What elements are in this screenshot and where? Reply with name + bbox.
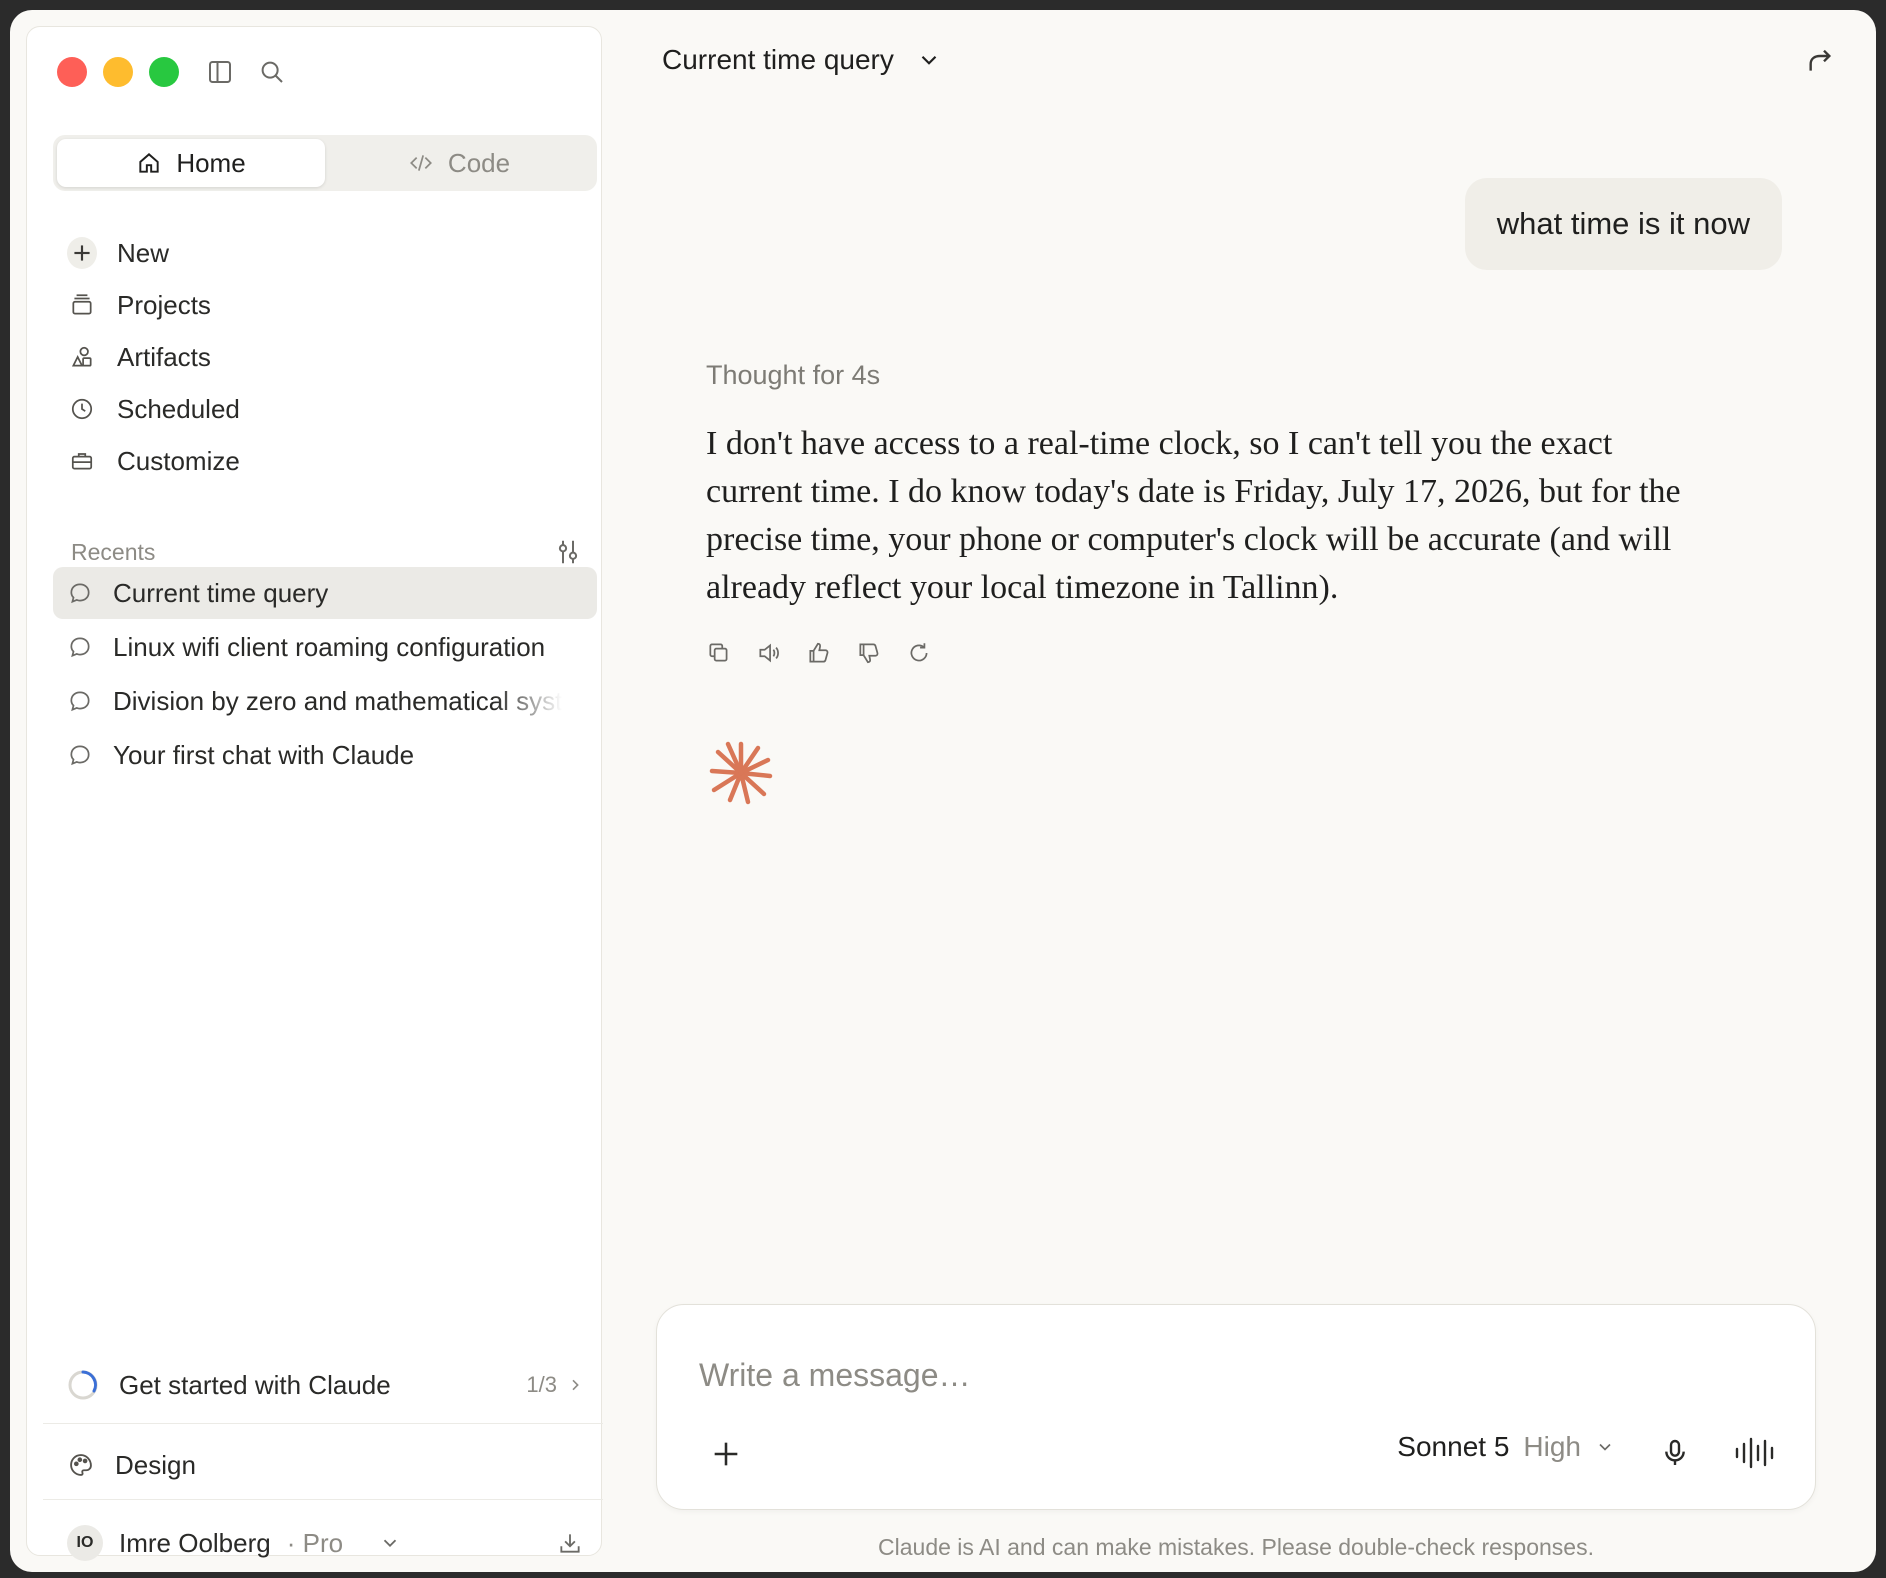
message-actions [706, 640, 932, 666]
recent-chat-item[interactable]: Current time query [53, 567, 597, 619]
sidebar-nav: New Projects Artifacts Scheduled Customi… [53, 227, 597, 487]
message-input[interactable]: Write a message… [699, 1357, 971, 1394]
sidebar: Home Code New Projects Artifacts Schedul… [26, 26, 603, 1561]
thought-toggle[interactable]: Thought for 4s [706, 360, 880, 391]
palette-icon [70, 1454, 92, 1476]
disclaimer: Claude is AI and can make mistakes. Plea… [878, 1534, 1594, 1560]
window-controls [57, 57, 179, 87]
voice-mode-icon[interactable] [1733, 1435, 1777, 1471]
chat-bubble-icon [70, 691, 90, 712]
share-icon[interactable] [1804, 44, 1836, 76]
recent-chat-label: Division by zero and mathematical syst [113, 685, 563, 716]
home-icon [139, 153, 159, 173]
search-icon[interactable] [257, 57, 287, 87]
divider [43, 1423, 603, 1424]
retry-icon[interactable] [906, 640, 932, 666]
tab-code-label: Code [447, 147, 511, 178]
sidebar-item-label: Customize [117, 445, 240, 476]
progress-ring-icon [68, 1370, 98, 1400]
message-composer: Write a message… Sonnet 5 High [656, 1304, 1816, 1510]
chevron-down-icon [383, 1539, 397, 1548]
projects-icon [72, 294, 92, 315]
mode-switcher: Home Code [53, 135, 597, 191]
model-name: Sonnet 5 [1397, 1431, 1510, 1462]
user-name: Imre Oolberg [119, 1527, 271, 1558]
chat-title-dropdown[interactable]: Current time query [662, 44, 942, 76]
recent-chat-item[interactable]: Your first chat with Claude [53, 729, 597, 781]
clock-icon [71, 398, 93, 420]
tab-home[interactable]: Home [57, 139, 325, 187]
recents-list: Current time query Linux wifi client roa… [53, 567, 597, 783]
sidebar-toggle-icon[interactable] [205, 57, 235, 87]
sidebar-item-label: New [117, 237, 170, 268]
chat-bubble-icon [70, 745, 90, 766]
chat-bubble-icon [70, 637, 90, 658]
add-attachment-icon[interactable] [709, 1437, 743, 1471]
thumbs-down-icon[interactable] [856, 640, 882, 666]
chat-title: Current time query [662, 44, 894, 75]
design-label: Design [115, 1449, 196, 1480]
sidebar-item-label: Projects [117, 289, 211, 320]
chat-bubble-icon [70, 583, 90, 604]
close-window-button[interactable] [57, 57, 87, 87]
artifacts-icon [71, 346, 92, 367]
assistant-message: I don't have access to a real-time clock… [706, 425, 1681, 606]
sidebar-toolbar [205, 57, 287, 87]
sidebar-item-artifacts[interactable]: Artifacts [53, 331, 597, 383]
microphone-icon[interactable] [1659, 1435, 1691, 1471]
get-started-label: Get started with Claude [119, 1369, 391, 1400]
sidebar-item-label: Artifacts [117, 341, 211, 372]
recents-header: Recents [71, 537, 583, 567]
thumbs-up-icon[interactable] [806, 640, 832, 666]
sidebar-item-projects[interactable]: Projects [53, 279, 597, 331]
filter-icon[interactable] [553, 537, 583, 567]
recents-title: Recents [71, 538, 156, 565]
tab-code[interactable]: Code [325, 139, 593, 187]
plus-icon [67, 237, 97, 269]
user-plan: · Pro [286, 1527, 344, 1558]
user-message: what time is it now [1464, 178, 1782, 270]
maximize-window-button[interactable] [149, 57, 179, 87]
app-window: Home Code New Projects Artifacts Schedul… [10, 10, 1876, 1572]
user-menu[interactable]: IO Imre Oolberg · Pro [53, 1513, 597, 1572]
tab-home-label: Home [176, 147, 246, 178]
sidebar-item-new[interactable]: New [53, 227, 597, 279]
sidebar-item-scheduled[interactable]: Scheduled [53, 383, 597, 435]
recent-chat-item[interactable]: Linux wifi client roaming configuration [53, 621, 597, 673]
download-icon[interactable] [557, 1530, 583, 1556]
code-icon [409, 155, 432, 171]
divider [43, 1499, 603, 1500]
model-level: High [1523, 1431, 1581, 1462]
get-started-item[interactable]: Get started with Claude 1/3 [53, 1357, 597, 1413]
sidebar-item-label: Scheduled [117, 393, 240, 424]
get-started-count: 1/3 [526, 1372, 557, 1397]
recent-chat-label: Current time query [113, 577, 329, 608]
chevron-down-icon [1599, 1443, 1611, 1451]
minimize-window-button[interactable] [103, 57, 133, 87]
claude-spark-icon [709, 741, 773, 805]
get-started-progress: 1/3 [526, 1372, 597, 1398]
recent-chat-label: Linux wifi client roaming configuration [113, 631, 546, 662]
sidebar-item-customize[interactable]: Customize [53, 435, 597, 487]
chevron-right-icon [572, 1379, 579, 1391]
avatar: IO [67, 1525, 103, 1561]
recent-chat-label: Your first chat with Claude [113, 739, 415, 770]
speaker-icon[interactable] [756, 640, 782, 666]
sidebar-item-design[interactable]: Design [53, 1437, 597, 1493]
model-selector[interactable]: Sonnet 5 High [1397, 1431, 1615, 1463]
copy-icon[interactable] [706, 640, 732, 666]
chevron-down-icon [921, 55, 937, 65]
recent-chat-item[interactable]: Division by zero and mathematical syst [53, 675, 597, 727]
briefcase-icon [71, 453, 93, 470]
